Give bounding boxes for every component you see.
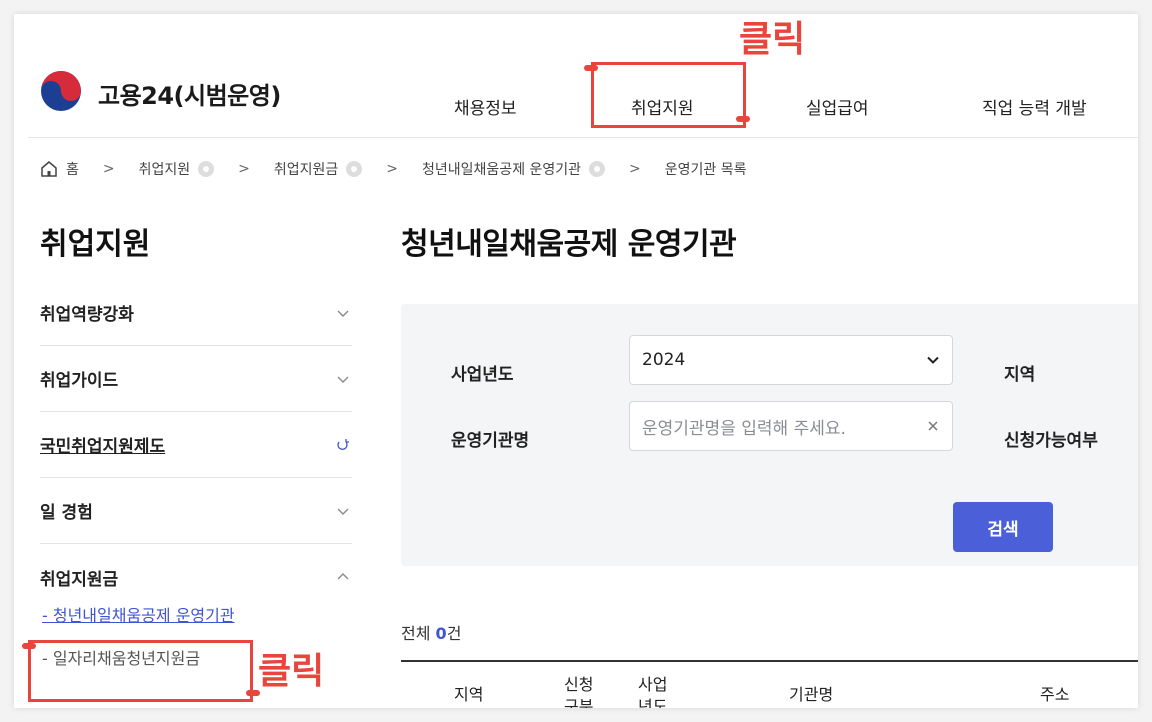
sidebar-title: 취업지원 [40,227,151,262]
org-name-label: 운영기관명 [451,431,530,451]
breadcrumb-item[interactable]: 취업지원 [139,159,191,179]
header-divider [28,137,1138,138]
table-header-year: 사업 년도 [638,675,668,708]
search-panel: 사업년도 2024 지역 운영기관명 운영기관명을 입력해 주세요. 신청가능여… [401,304,1138,566]
sidebar-item-national-program[interactable]: 국민취업지원제도 [40,412,352,478]
click-highlight-box [28,640,253,702]
click-annotation-label: 클릭 [739,19,806,60]
breadcrumb-home[interactable]: 홈 [66,159,79,179]
table-header-apply-type: 신청 구분 [564,675,594,708]
year-label: 사업년도 [451,365,514,385]
government-logo-icon[interactable] [40,70,82,112]
table-header-region: 지역 [454,685,484,704]
external-link-icon [337,438,349,450]
chevron-right-icon: > [629,161,641,177]
sidebar-item-capacity[interactable]: 취업역량강화 [40,280,352,346]
nav-item-jobs[interactable]: 채용정보 [454,94,517,119]
breadcrumb-current: 운영기관 목록 [664,162,747,178]
highlight-corner-mark [736,116,750,122]
breadcrumb-item[interactable]: 청년내일채움공제 운영기관 [422,159,581,179]
page-title: 청년내일채움공제 운영기관 [401,227,737,262]
table-top-border [401,660,1138,662]
site-brand[interactable]: 고용24(시범운영) [98,76,281,111]
region-label: 지역 [1004,365,1036,385]
total-prefix: 전체 [401,624,431,643]
dropdown-dot-icon[interactable] [346,161,363,177]
table-header-org-name: 기관명 [789,685,834,704]
chevron-right-icon: > [238,161,250,177]
sidebar-subitem-operators[interactable]: - 청년내일채움공제 운영기관 [40,596,352,632]
chevron-up-icon [337,573,349,580]
table-header-address: 주소 [1040,685,1070,704]
sidebar-menu: 취업역량강화 취업가이드 국민취업지원제도 일 경험 취업지원금 - 청년내일채… [40,280,352,675]
browser-page: 고용24(시범운영) 채용정보 취업지원 실업급여 직업 능력 개발 홈 > 취… [14,14,1138,708]
sidebar-item-label: 국민취업지원제도 [40,437,166,457]
total-suffix: 건 [446,624,462,643]
click-highlight-box [591,62,746,128]
sidebar-item-label: 취업지원금 [40,569,119,590]
sidebar-item-label: 일 경험 [40,503,93,523]
chevron-down-icon [337,310,349,317]
sidebar-item-work-experience[interactable]: 일 경험 [40,478,352,544]
sidebar-item-guide[interactable]: 취업가이드 [40,346,352,412]
search-button[interactable]: 검색 [953,502,1053,552]
dropdown-dot-icon[interactable] [589,161,606,177]
dropdown-dot-icon[interactable] [198,161,215,177]
home-icon[interactable] [40,160,58,178]
org-name-input[interactable]: 운영기관명을 입력해 주세요. [629,401,953,451]
year-select-value: 2024 [642,350,686,370]
breadcrumb-item[interactable]: 취업지원금 [274,159,338,179]
apply-availability-label: 신청가능여부 [1004,431,1098,451]
year-select[interactable]: 2024 [629,335,953,385]
chevron-down-icon [926,353,940,367]
nav-item-vocational-training[interactable]: 직업 능력 개발 [982,94,1087,119]
chevron-down-icon [337,376,349,383]
sidebar-item-label: 취업역량강화 [40,305,134,325]
sidebar-item-label: 취업가이드 [40,371,119,391]
highlight-corner-mark [584,65,598,71]
result-total: 전체 0건 [401,620,461,644]
chevron-right-icon: > [102,161,115,177]
chevron-right-icon: > [386,161,399,177]
clear-icon[interactable] [926,419,940,433]
total-count: 0 [435,624,447,643]
chevron-down-icon [337,508,349,515]
breadcrumb: 홈 > 취업지원 > 취업지원금 > 청년내일채움공제 운영기관 > 운영기관 … [40,157,747,181]
click-annotation-label: 클릭 [258,651,325,692]
nav-item-unemployment-benefit[interactable]: 실업급여 [806,94,869,119]
highlight-corner-mark [22,643,36,649]
org-name-placeholder: 운영기관명을 입력해 주세요. [642,418,846,439]
